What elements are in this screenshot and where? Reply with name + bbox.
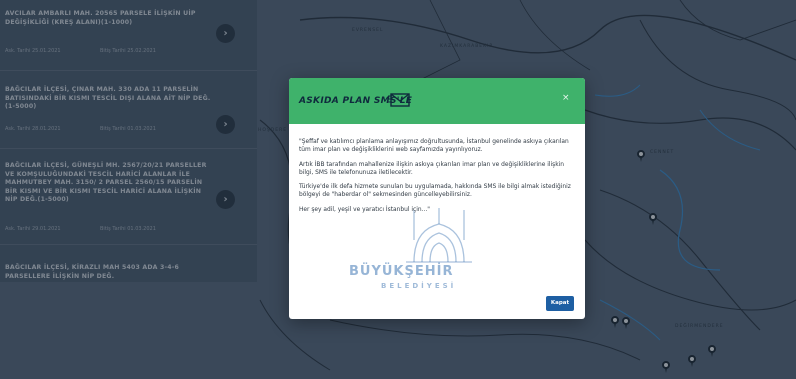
modal-paragraph: Türkiye'de ilk defa hizmete sunulan bu u… — [299, 184, 571, 199]
modal-paragraph: "Şeffaf ve katılımcı planlama anlayışımı… — [299, 139, 569, 154]
modal-body: "Şeffaf ve katılımcı planlama anlayışımı… — [299, 138, 575, 220]
watermark-text: BELEDİYESİ — [381, 282, 457, 290]
watermark-text: BÜYÜKŞEHİR — [349, 264, 454, 279]
close-button[interactable]: Kapat — [546, 296, 574, 311]
close-icon[interactable]: × — [562, 93, 570, 103]
sms-info-modal: ASKIDA PLAN SMS'LE × BÜYÜKŞEHİR BELEDİYE… — [289, 78, 585, 319]
modal-header: ASKIDA PLAN SMS'LE × — [289, 78, 585, 124]
modal-paragraph: Her şey adil, yeşil ve yaratıcı İstanbul… — [299, 206, 430, 213]
modal-paragraph: Artık İBB tarafından mahallenize ilişkin… — [299, 161, 565, 176]
envelope-icon — [388, 93, 410, 107]
